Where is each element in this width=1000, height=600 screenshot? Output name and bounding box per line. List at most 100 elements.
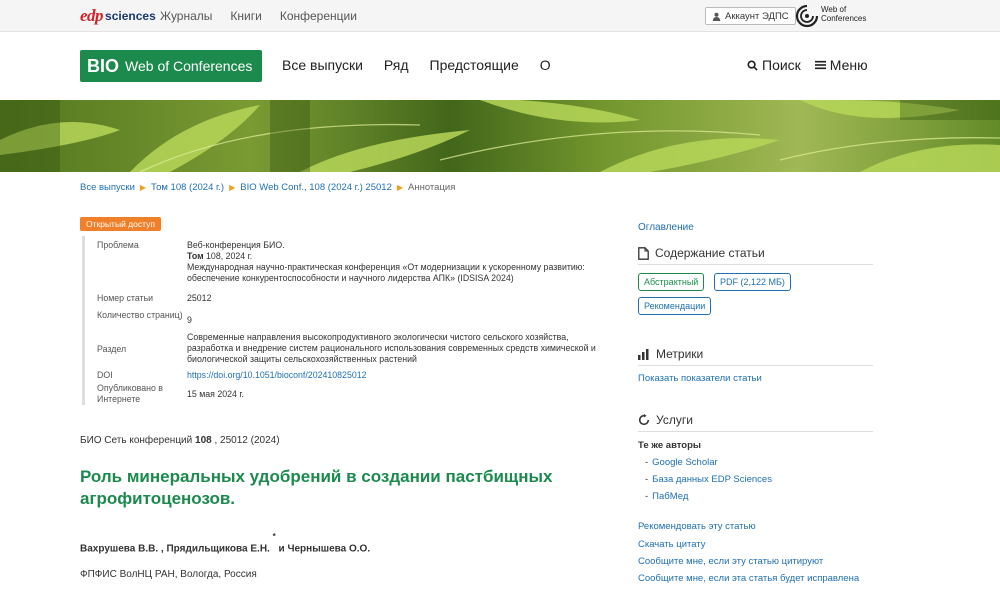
citation-vol: 108: [195, 435, 212, 446]
topnav-books[interactable]: Книги: [230, 9, 261, 23]
header-actions: Поиск Меню: [747, 57, 868, 73]
document-icon: [638, 246, 649, 260]
top-nav: Журналы Книги Конференции: [160, 9, 357, 23]
web-of-conferences-logo[interactable]: Web of Conferences: [795, 3, 875, 29]
logo-bio: BIO: [87, 55, 120, 76]
authors-part1: Вахрушева В.В. , Прядильщикова Е.Н.: [80, 543, 270, 555]
edp-database-link[interactable]: База данных EDP Sciences: [652, 474, 772, 485]
chevron-right-icon: ▶: [139, 183, 147, 192]
article-metadata: Проблема Веб-конференция БИО. Том 108, 2…: [82, 236, 602, 405]
metrics-title: Метрики: [656, 347, 704, 361]
breadcrumb: Все выпуски ▶ Том 108 (2024 г.) ▶ BIO We…: [80, 182, 455, 193]
meta-row-pages: Количество страниц) 9: [85, 310, 602, 326]
affiliation: ФПФИС ВолНЦ РАН, Вологда, Россия: [80, 569, 257, 580]
account-button[interactable]: Аккаунт ЭДПС: [705, 7, 796, 25]
crumb-volume[interactable]: Том 108 (2024 г.): [151, 182, 224, 193]
refresh-icon: [638, 414, 650, 426]
site-header: BIO Web of Conferences Все выпуски Ряд П…: [0, 32, 1000, 100]
pdf-button[interactable]: PDF (2,122 МБ): [714, 273, 791, 291]
meta-label: DOI: [97, 370, 113, 380]
sub-link-row: - База данных EDP Sciences: [645, 474, 772, 485]
meta-row-article: Номер статьи 25012: [85, 293, 602, 304]
issue-vol-bold: Том: [187, 251, 204, 261]
download-citation-link[interactable]: Скачать цитату: [638, 539, 706, 550]
chevron-right-icon: ▶: [229, 183, 236, 192]
issue-line3: Международная научно-практическая конфер…: [187, 262, 585, 283]
user-icon: [712, 12, 721, 21]
meta-value: Веб-конференция БИО. Том 108, 2024 г. Ме…: [187, 240, 602, 284]
pubmed-link[interactable]: ПабМед: [652, 491, 688, 502]
meta-value: 15 мая 2024 г.: [187, 389, 244, 399]
menu-button[interactable]: Меню: [814, 57, 868, 73]
abstract-button[interactable]: Абстрактный: [638, 273, 705, 291]
edp-logo-word: sciences: [105, 9, 156, 23]
services-title: Услуги: [656, 413, 693, 427]
meta-row-issue: Проблема Веб-конференция БИО. Том 108, 2…: [85, 240, 602, 284]
sub-link-row: - Google Scholar: [645, 457, 718, 468]
issue-vol-rest: 108, 2024 г.: [203, 251, 253, 261]
references-button[interactable]: Рекомендации: [638, 297, 712, 315]
menu-label: Меню: [829, 57, 868, 73]
woc-swirl-icon: [795, 4, 819, 28]
topnav-conferences[interactable]: Конференции: [280, 9, 357, 23]
article-title: Роль минеральных удобрений в создании па…: [80, 467, 553, 508]
nav-about[interactable]: О: [540, 57, 551, 73]
meta-row-published: Опубликовано в Интернете 15 мая 2024 г.: [85, 383, 602, 405]
open-access-badge: Открытый доступ: [80, 217, 161, 231]
citation-prefix: БИО Сеть конференций: [80, 435, 196, 446]
alert-corrected-link[interactable]: Сообщите мне, если эта статья будет испр…: [638, 573, 859, 584]
authors-part2: и Чернышева О.О.: [278, 543, 371, 555]
sub-link-row: - ПабМед: [645, 491, 689, 502]
toc-link[interactable]: Оглавление: [638, 222, 694, 233]
meta-label: Количество страниц): [97, 310, 183, 320]
edp-logo-mark: edp: [80, 6, 104, 25]
meta-label: Проблема: [97, 240, 139, 250]
topnav-journals[interactable]: Журналы: [160, 9, 212, 23]
services-header: Услуги: [638, 413, 873, 432]
issue-line2: Том 108, 2024 г.: [187, 251, 602, 262]
google-scholar-link[interactable]: Google Scholar: [652, 457, 717, 468]
same-authors-label: Те же авторы: [638, 440, 702, 451]
fern-illustration: [0, 100, 1000, 172]
alert-cited-link[interactable]: Сообщите мне, если эту статью цитируют: [638, 556, 823, 567]
meta-value: 25012: [187, 293, 212, 303]
article-contents-header: Содержание статьи: [638, 246, 873, 265]
nav-all-issues[interactable]: Все выпуски: [282, 57, 363, 73]
top-bar: edp sciences Журналы Книги Конференции А…: [0, 0, 1000, 32]
chevron-right-icon: ▶: [396, 183, 404, 192]
meta-label: Номер статьи: [97, 293, 154, 303]
meta-label: Раздел: [97, 344, 127, 354]
bio-woc-logo[interactable]: BIO Web of Conferences: [80, 50, 262, 82]
fern-banner-image: [0, 100, 1000, 172]
logo-rest: Web of Conferences: [125, 58, 253, 74]
search-icon: [747, 59, 758, 71]
metrics-header: Метрики: [638, 347, 873, 366]
meta-row-doi: DOI https://doi.org/10.1051/bioconf/2024…: [85, 370, 602, 381]
citation-line: БИО Сеть конференций 108 , 25012 (2024): [80, 435, 280, 446]
bar-chart-icon: [638, 348, 649, 360]
account-label: Аккаунт ЭДПС: [725, 10, 789, 22]
corresponding-author-mark: *: [272, 532, 276, 541]
meta-row-section: Раздел Современные направления высокопро…: [85, 332, 602, 365]
edp-sciences-logo[interactable]: edp sciences: [80, 6, 156, 26]
meta-label: Опубликовано в Интернете: [97, 383, 163, 404]
woc-line2: Conferences: [821, 14, 867, 23]
doi-link[interactable]: https://doi.org/10.1051/bioconf/20241082…: [187, 370, 602, 381]
crumb-article[interactable]: BIO Web Conf., 108 (2024 г.) 25012: [240, 182, 392, 193]
nav-series[interactable]: Ряд: [384, 57, 409, 73]
meta-value: 9: [187, 315, 192, 325]
search-button[interactable]: Поиск: [747, 57, 801, 73]
recommend-article-link[interactable]: Рекомендовать эту статью: [638, 521, 756, 532]
crumb-all-issues[interactable]: Все выпуски: [80, 182, 135, 193]
issue-line1: Веб-конференция БИО.: [187, 240, 285, 250]
crumb-current: Аннотация: [408, 182, 456, 193]
nav-forthcoming[interactable]: Предстоящие: [430, 57, 519, 73]
authors: Вахрушева В.В. , Прядильщикова Е.Н. * и …: [80, 532, 371, 555]
meta-value: Современные направления высокопродуктивн…: [187, 332, 596, 364]
citation-suffix: , 25012 (2024): [211, 435, 280, 446]
article-contents-title: Содержание статьи: [655, 246, 765, 260]
woc-line1: Web of: [821, 5, 847, 14]
show-metrics-link[interactable]: Показать показатели статьи: [638, 373, 762, 384]
search-label: Поиск: [762, 57, 801, 73]
hamburger-icon: [814, 60, 826, 70]
